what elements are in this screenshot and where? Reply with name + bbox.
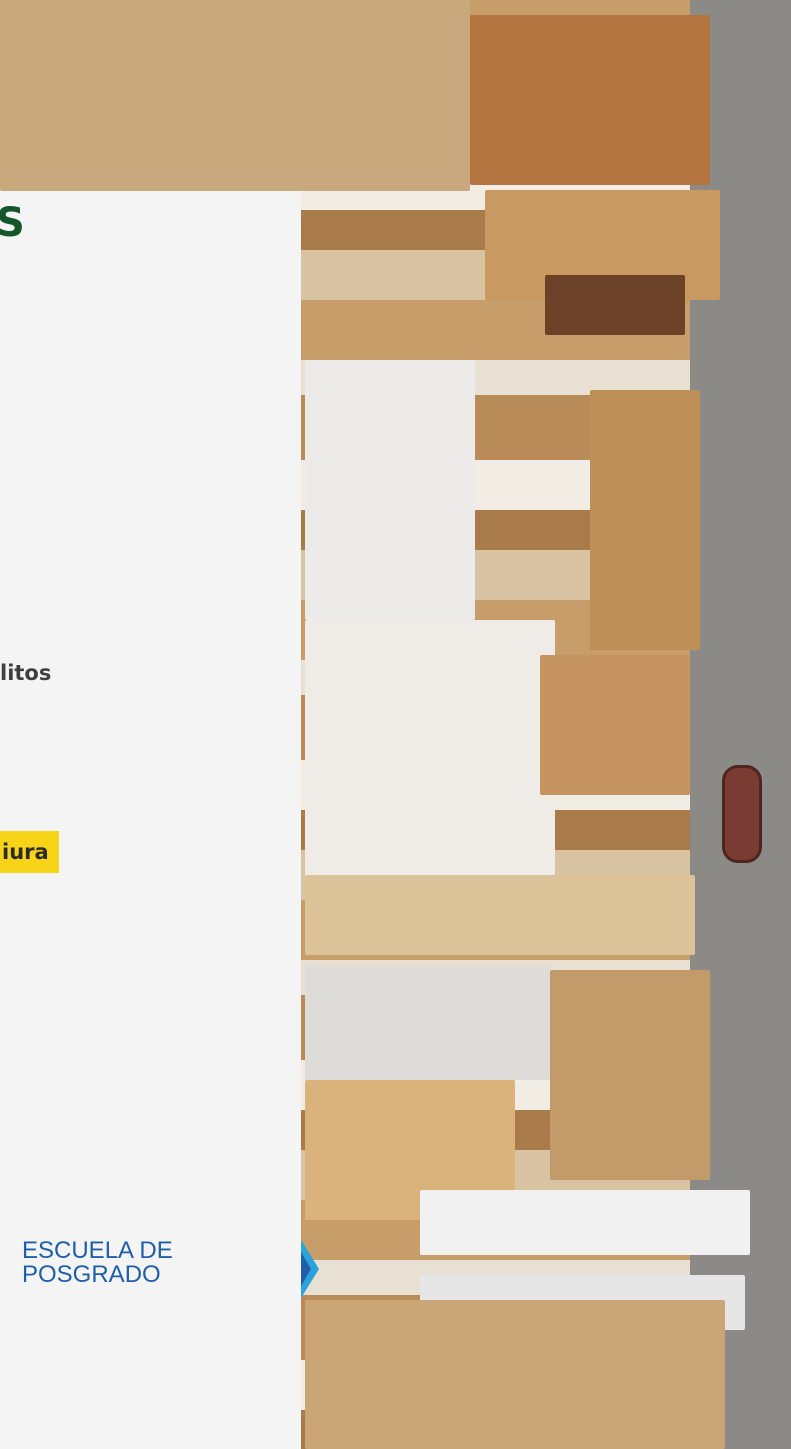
panel-heading: S	[0, 200, 25, 246]
photo-cart-wheel	[722, 765, 762, 863]
logo-text: ESCUELA DE POSGRADO	[22, 1239, 173, 1287]
photo-white-mouldings	[305, 620, 555, 880]
photo-box-bottom	[550, 970, 710, 1180]
photo-box-top-right	[470, 15, 710, 185]
photo-wood-strips	[305, 875, 695, 955]
location-badge: iura	[0, 831, 59, 873]
photo-box-lower	[540, 655, 690, 795]
school-logo-mark-icon	[301, 1238, 321, 1304]
photo-box-top-left	[0, 0, 470, 191]
logo-line-2: POSGRADO	[22, 1261, 161, 1288]
school-logo: ESCUELA DE POSGRADO	[0, 1231, 300, 1311]
photo-box-middle	[590, 390, 700, 650]
photo-dark-plank	[545, 275, 685, 335]
credits-text: litos	[0, 661, 52, 685]
logo-line-1: ESCUELA DE	[22, 1237, 173, 1264]
content-panel: S litos iura ESCUELA DE POSGRADO	[0, 191, 301, 1449]
photo-wrapped-roll	[305, 965, 550, 1080]
photo-box-base	[305, 1300, 725, 1449]
photo-plastic-wrap	[305, 360, 475, 620]
photo-white-board	[420, 1190, 750, 1255]
